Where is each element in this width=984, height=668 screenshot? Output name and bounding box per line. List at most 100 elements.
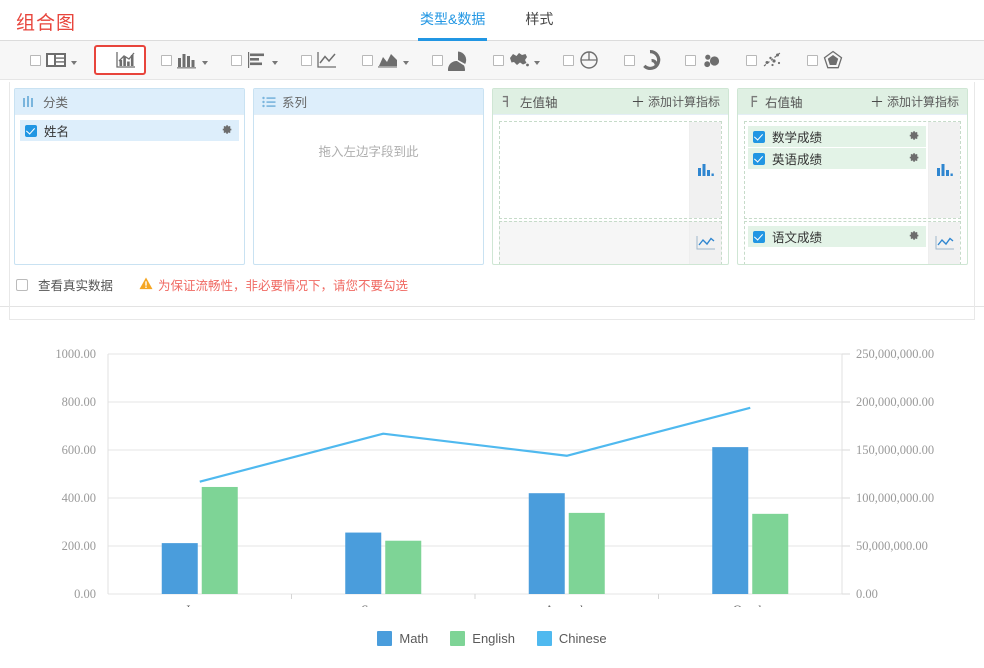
left-axis-line-zone[interactable] <box>499 221 722 264</box>
legend-item-math[interactable]: Math <box>377 631 428 646</box>
panel-category: 分类 姓名 <box>14 88 245 265</box>
field-checkbox[interactable] <box>25 124 37 137</box>
chevron-down-icon[interactable] <box>403 61 409 65</box>
series-icon <box>262 96 276 108</box>
toolbar-pie-chart-checkbox[interactable] <box>432 54 443 66</box>
chart-preview: 0.00 0.00 200.00 50,000,000.00 400.00 100,000… <box>0 307 984 654</box>
toolbar-bar-chart-checkbox[interactable] <box>231 54 242 66</box>
toolbar-combo-chart[interactable] <box>94 45 146 75</box>
tab-type-and-data[interactable]: 类型&数据 <box>418 0 488 41</box>
toolbar-radar-chart[interactable] <box>801 45 853 75</box>
toolbar-map-chart-checkbox[interactable] <box>493 54 504 66</box>
field-checkbox[interactable] <box>753 230 765 243</box>
toolbar-column-chart-checkbox[interactable] <box>161 54 172 66</box>
svg-text:Oracle: Oracle <box>733 602 768 607</box>
combo-chart-canvas: 0.00 0.00 200.00 50,000,000.00 400.00 100,000… <box>55 347 934 607</box>
field-label: 数学成绩 <box>772 131 823 145</box>
toolbar-line-chart-checkbox[interactable] <box>301 54 312 66</box>
panel-category-body[interactable]: 姓名 <box>15 115 244 264</box>
ring-icon <box>638 49 662 71</box>
svg-text:600.00: 600.00 <box>62 443 96 457</box>
line-zone-icon <box>928 222 960 264</box>
toolbar-table-chart-checkbox[interactable] <box>30 54 41 66</box>
real-data-warning-text: 为保证流畅性，非必要情况下，请您不要勾选 <box>158 279 409 293</box>
tab-style[interactable]: 样式 <box>523 0 555 41</box>
bar-Math <box>712 447 749 594</box>
toolbar-area-chart[interactable] <box>356 45 417 75</box>
field-item[interactable]: 语文成绩 <box>748 226 926 247</box>
legend-swatch <box>450 631 466 646</box>
right-axis-line-zone[interactable]: 语文成绩 <box>744 221 961 264</box>
toolbar-scatter-chart[interactable] <box>740 45 792 75</box>
chart-legend: Math English Chinese <box>0 631 984 646</box>
add-calculated-metric-left-button[interactable]: ＋ 添加计算指标 <box>631 93 720 110</box>
toolbar-table-chart[interactable] <box>24 45 85 75</box>
gear-icon[interactable] <box>220 123 233 139</box>
toolbar-bar-chart[interactable] <box>225 45 286 75</box>
toolbar-column-chart[interactable] <box>155 45 216 75</box>
right-axis-line-fields[interactable]: 语文成绩 <box>745 222 928 264</box>
right-axis-bar-fields[interactable]: 数学成绩 英语成绩 <box>745 122 928 218</box>
svg-text:200.00: 200.00 <box>62 539 96 553</box>
svg-text:0.00: 0.00 <box>74 587 96 601</box>
left-axis-bar-fields[interactable] <box>500 122 689 218</box>
field-item[interactable]: 英语成绩 <box>748 148 926 169</box>
page-header: 组合图 类型&数据 样式 <box>0 0 984 41</box>
field-item[interactable]: 姓名 <box>20 120 239 141</box>
bar-English <box>568 512 605 594</box>
legend-item-english[interactable]: English <box>450 631 515 646</box>
right-axis-bar-zone[interactable]: 数学成绩 英语成绩 <box>744 121 961 219</box>
svg-text:50,000,000.00: 50,000,000.00 <box>856 539 928 553</box>
toolbar-pie-chart[interactable] <box>426 45 478 75</box>
map-icon <box>507 49 531 71</box>
toolbar-gauge-chart[interactable] <box>557 45 609 75</box>
toolbar-gauge-chart-checkbox[interactable] <box>563 54 574 66</box>
legend-item-chinese[interactable]: Chinese <box>536 631 607 646</box>
svg-text:Amanda: Amanda <box>545 602 589 607</box>
view-real-data-checkbox[interactable] <box>16 278 28 291</box>
real-data-warning: 为保证流畅性，非必要情况下，请您不要勾选 <box>139 275 408 294</box>
gauge-icon <box>577 49 601 71</box>
table-icon <box>44 49 68 71</box>
chevron-down-icon[interactable] <box>272 61 278 65</box>
left-axis-bar-zone[interactable] <box>499 121 722 219</box>
toolbar-line-chart[interactable] <box>295 45 347 75</box>
toolbar-map-chart[interactable] <box>487 45 548 75</box>
bar-zone-icon <box>689 122 721 218</box>
line-chart-icon <box>315 49 339 71</box>
field-checkbox[interactable] <box>753 130 765 143</box>
toolbar-scatter-chart-checkbox[interactable] <box>746 54 757 66</box>
panel-left-axis: 左值轴 ＋ 添加计算指标 <box>492 88 729 265</box>
toolbar-area-chart-checkbox[interactable] <box>362 54 373 66</box>
toolbar-ring-chart[interactable] <box>618 45 670 75</box>
chevron-down-icon[interactable] <box>202 61 208 65</box>
area-chart-icon <box>376 49 400 71</box>
gear-icon[interactable] <box>907 129 920 145</box>
toolbar-radar-chart-checkbox[interactable] <box>807 54 818 66</box>
gear-icon[interactable] <box>907 229 920 245</box>
field-panels: 分类 姓名 系列 拖入左边字段到此 左值轴 ＋ 添加计算指标 右值轴 ＋ 添加计… <box>0 80 984 265</box>
panel-right-axis-header: 右值轴 ＋ 添加计算指标 <box>738 89 967 115</box>
bubble-icon <box>699 49 723 71</box>
legend-label: Math <box>399 631 429 646</box>
toolbar-ring-chart-checkbox[interactable] <box>624 54 635 66</box>
page-title: 组合图 <box>16 13 77 34</box>
left-axis-line-fields[interactable] <box>500 222 689 264</box>
left-axis-icon <box>501 95 514 108</box>
toolbar-bubble-chart-checkbox[interactable] <box>685 54 696 66</box>
chevron-down-icon[interactable] <box>71 61 77 65</box>
legend-label: Chinese <box>558 631 607 646</box>
svg-text:0.00: 0.00 <box>856 587 878 601</box>
gear-icon[interactable] <box>907 151 920 167</box>
field-item[interactable]: 数学成绩 <box>748 126 926 147</box>
panel-category-header: 分类 <box>15 89 244 115</box>
legend-label: English <box>472 631 515 646</box>
svg-text:1000.00: 1000.00 <box>55 347 96 361</box>
chart-type-toolbar <box>0 41 984 80</box>
chevron-down-icon[interactable] <box>534 61 540 65</box>
panel-series-body[interactable]: 拖入左边字段到此 <box>254 115 483 264</box>
add-calculated-metric-right-button[interactable]: ＋ 添加计算指标 <box>870 93 959 110</box>
toolbar-bubble-chart[interactable] <box>679 45 731 75</box>
panel-left-axis-body <box>493 115 728 264</box>
field-checkbox[interactable] <box>753 152 765 165</box>
